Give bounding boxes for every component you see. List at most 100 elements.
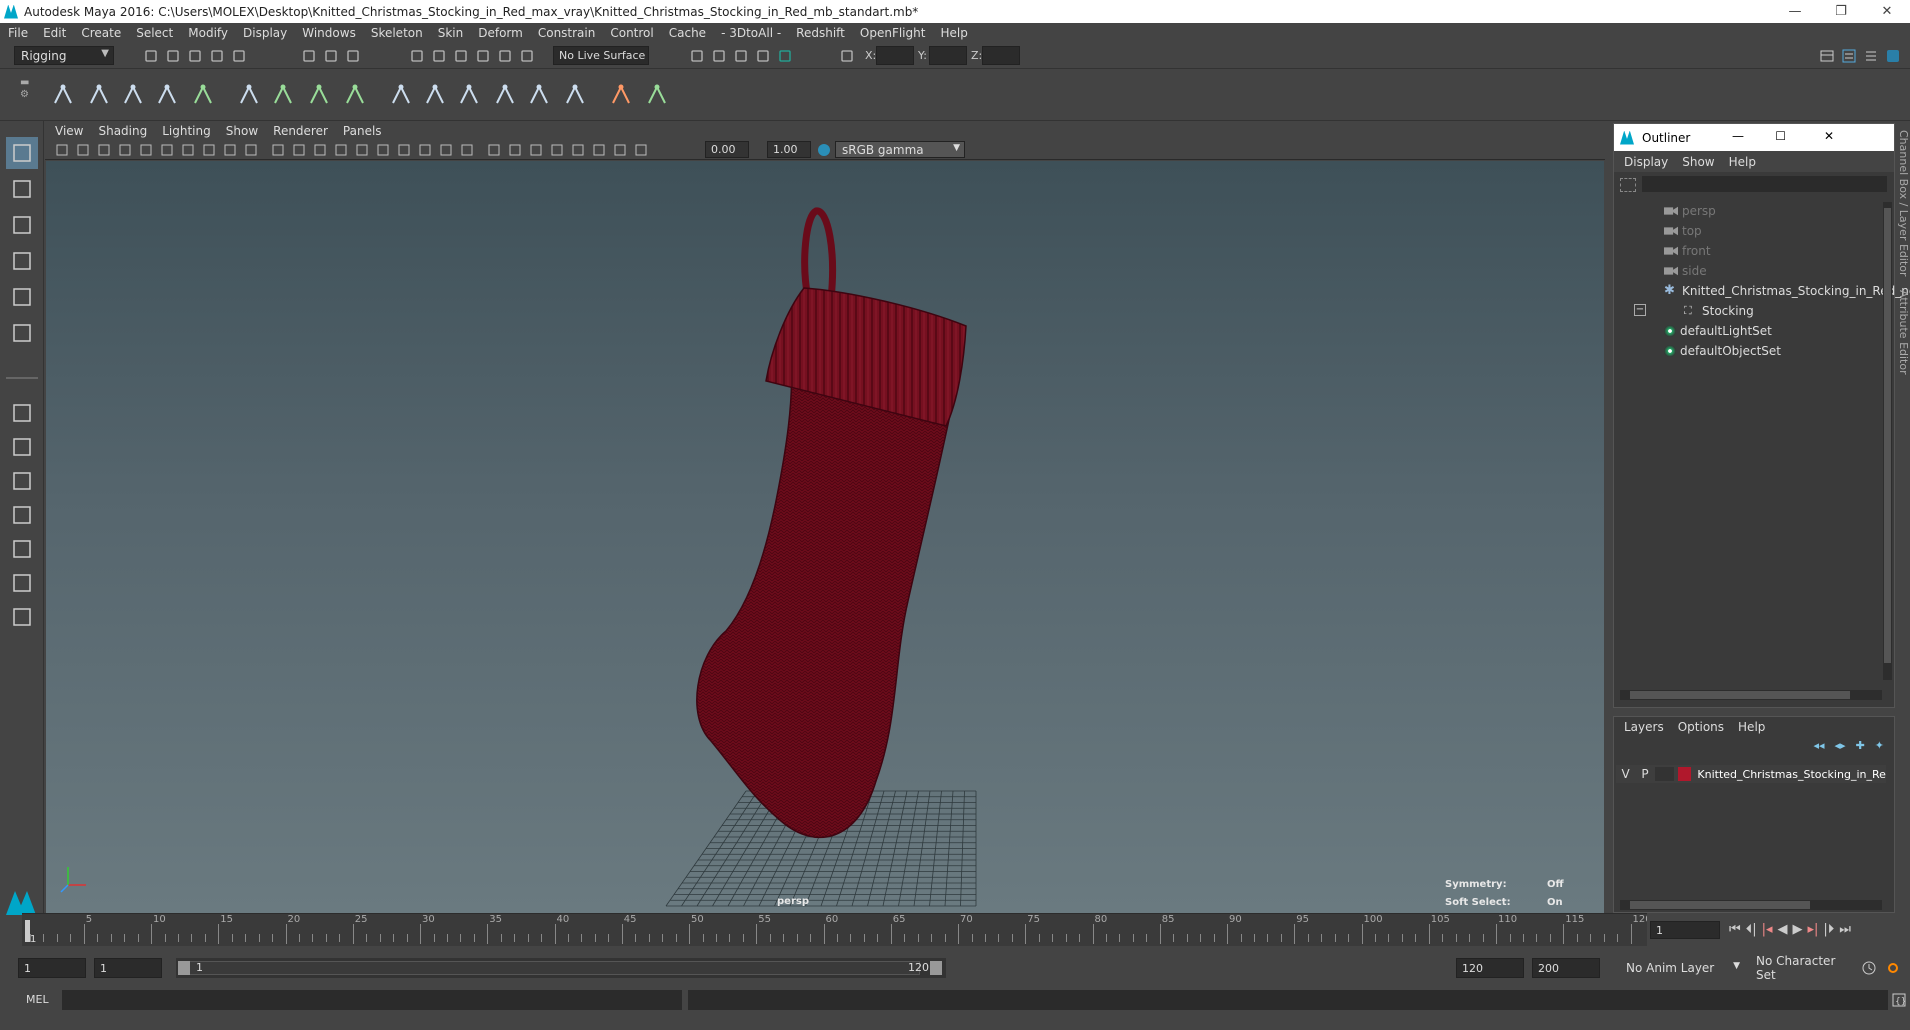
layer-menu-help[interactable]: Help (1738, 720, 1765, 734)
attribute-editor-tab[interactable]: Attribute Editor (1897, 290, 1910, 375)
camera-based-selection-icon[interactable] (838, 47, 856, 65)
render-current-icon[interactable] (710, 47, 728, 65)
new-layer-selected-icon[interactable]: ✦ (1875, 739, 1884, 752)
viewport-tool-4-icon[interactable] (116, 141, 134, 159)
viewport-tool-20-icon[interactable] (458, 141, 476, 159)
auto-key-icon[interactable] (1860, 959, 1878, 977)
smooth-bind-icon[interactable] (268, 79, 298, 111)
viewport-tool-21-icon[interactable] (485, 141, 503, 159)
menu-help[interactable]: Help (940, 26, 967, 40)
four-view-layout-icon[interactable] (6, 431, 38, 463)
viewport-tool-18-icon[interactable] (416, 141, 434, 159)
insert-joint-icon[interactable] (84, 79, 114, 111)
select-by-hierarchy-icon[interactable] (300, 47, 318, 65)
tool-settings-toggle-icon[interactable] (1862, 47, 1880, 65)
sculpt-icon[interactable] (490, 79, 520, 111)
close-button[interactable]: ✕ (1824, 129, 1834, 143)
menu-file[interactable]: File (8, 26, 28, 40)
playback-end-input[interactable]: 120 (1456, 958, 1524, 978)
menu-constrain[interactable]: Constrain (538, 26, 596, 40)
viewport-tool-16-icon[interactable] (374, 141, 392, 159)
range-slider[interactable]: 1 120 (176, 958, 946, 978)
current-frame-input[interactable]: 1 (1650, 921, 1720, 939)
step-forward-key-icon[interactable]: |⏵ (1823, 922, 1834, 937)
range-start-handle[interactable] (178, 961, 190, 975)
paint-weights-icon[interactable] (340, 79, 370, 111)
range-end-handle[interactable] (930, 961, 942, 975)
menu-modify[interactable]: Modify (188, 26, 228, 40)
go-to-start-icon[interactable]: ⏮ (1729, 922, 1741, 937)
menu-display[interactable]: Display (243, 26, 287, 40)
viewport-tool-19-icon[interactable] (437, 141, 455, 159)
layer-visibility-toggle[interactable]: V (1616, 767, 1635, 781)
channel-box-tab[interactable]: Channel Box / Layer Editor (1897, 130, 1910, 277)
layer-horizontal-scrollbar[interactable] (1620, 900, 1882, 910)
playback-start-input[interactable]: 1 (94, 958, 162, 978)
save-scene-icon[interactable] (186, 47, 204, 65)
viewport-tool-12-icon[interactable] (290, 141, 308, 159)
step-back-frame-icon[interactable]: |◂ (1762, 922, 1773, 937)
z-coordinate-input[interactable] (982, 46, 1020, 65)
render-settings-icon[interactable] (754, 47, 772, 65)
new-layer-icon[interactable]: ✚ (1856, 739, 1865, 752)
viewport-tool-10-icon[interactable] (242, 141, 260, 159)
menu-skeleton[interactable]: Skeleton (371, 26, 423, 40)
maximize-button[interactable]: ☐ (1775, 129, 1786, 143)
viewport-tool-13-icon[interactable] (311, 141, 329, 159)
script-editor-icon[interactable]: {} (1890, 991, 1908, 1009)
persp-uv-layout-icon[interactable] (6, 567, 38, 599)
parent-constraint-icon[interactable] (642, 79, 672, 111)
layer-color-swatch[interactable] (1677, 767, 1692, 781)
bind-skin-icon[interactable] (234, 79, 264, 111)
play-backwards-icon[interactable]: ◀ (1778, 922, 1788, 937)
animation-start-input[interactable]: 1 (18, 958, 86, 978)
viewport-tool-7-icon[interactable] (179, 141, 197, 159)
viewport-tool-23-icon[interactable] (527, 141, 545, 159)
undo-icon[interactable] (208, 47, 226, 65)
interactive-bind-icon[interactable] (304, 79, 334, 111)
layout-menu-icon[interactable] (6, 601, 38, 633)
outliner-search-input[interactable] (1642, 176, 1887, 192)
new-scene-icon[interactable] (142, 47, 160, 65)
viewport-tool-14-icon[interactable] (332, 141, 350, 159)
ik-handle-icon[interactable] (118, 79, 148, 111)
animation-end-input[interactable]: 200 (1532, 958, 1600, 978)
move-layer-up-icon[interactable]: ◂◂ (1813, 739, 1824, 752)
anim-layer-dropdown[interactable]: No Anim Layer ▼ (1620, 958, 1742, 978)
animation-preferences-icon[interactable] (1884, 959, 1902, 977)
modeling-toolkit-icon[interactable] (1884, 47, 1902, 65)
outliner-item-knitted-christmas-stocking-in-red-ncl[interactable]: ✱ Knitted_Christmas_Stocking_in_Red_ncl (1664, 284, 1910, 298)
filter-icon[interactable] (1620, 178, 1636, 192)
move-tool-icon[interactable] (6, 245, 38, 277)
time-slider[interactable]: 1 5 10 15 20 25 30 35 40 45 50 55 60 65 70 75 80 85 90 95 1… (22, 913, 1652, 946)
hypershade-icon[interactable] (776, 47, 794, 65)
layer-reference-toggle[interactable] (1654, 767, 1674, 781)
outliner-item-defaultlightset[interactable]: defaultLightSet (1664, 324, 1772, 338)
outliner-item-top[interactable]: top (1664, 224, 1702, 238)
viewport-tool-8-icon[interactable] (200, 141, 218, 159)
shelf-options-icon[interactable]: ▬ ⚙ (20, 77, 29, 101)
viewport-tool-24-icon[interactable] (548, 141, 566, 159)
point-constraint-icon[interactable] (606, 79, 636, 111)
viewport-tool-1-icon[interactable] (53, 141, 71, 159)
menu-control[interactable]: Control (610, 26, 653, 40)
snap-to-curve-icon[interactable] (430, 47, 448, 65)
viewport-menu-view[interactable]: View (55, 124, 83, 138)
menu-set-dropdown[interactable]: Rigging ▼ (14, 46, 114, 65)
attribute-editor-toggle-icon[interactable] (1840, 47, 1858, 65)
ipr-render-icon[interactable] (732, 47, 750, 65)
soft-mod-icon[interactable] (524, 79, 554, 111)
outliner-menu-show[interactable]: Show (1682, 155, 1714, 169)
viewport-tool-26-icon[interactable] (590, 141, 608, 159)
layer-row[interactable]: V P Knitted_Christmas_Stocking_in_Red (1616, 765, 1886, 783)
persp-hypershade-layout-icon[interactable] (6, 533, 38, 565)
cluster-icon[interactable] (420, 79, 450, 111)
perspective-viewport[interactable]: persp Symmetry: Off Soft Select: On (46, 161, 1604, 913)
outliner-item-persp[interactable]: persp (1664, 204, 1716, 218)
viewport-menu-shading[interactable]: Shading (98, 124, 147, 138)
snap-to-view-plane-icon[interactable] (496, 47, 514, 65)
exposure-input[interactable]: 0.00 (705, 141, 749, 158)
gamma-input[interactable]: 1.00 (767, 141, 811, 158)
outliner-menu-display[interactable]: Display (1624, 155, 1668, 169)
layer-playback-toggle[interactable]: P (1635, 767, 1654, 781)
